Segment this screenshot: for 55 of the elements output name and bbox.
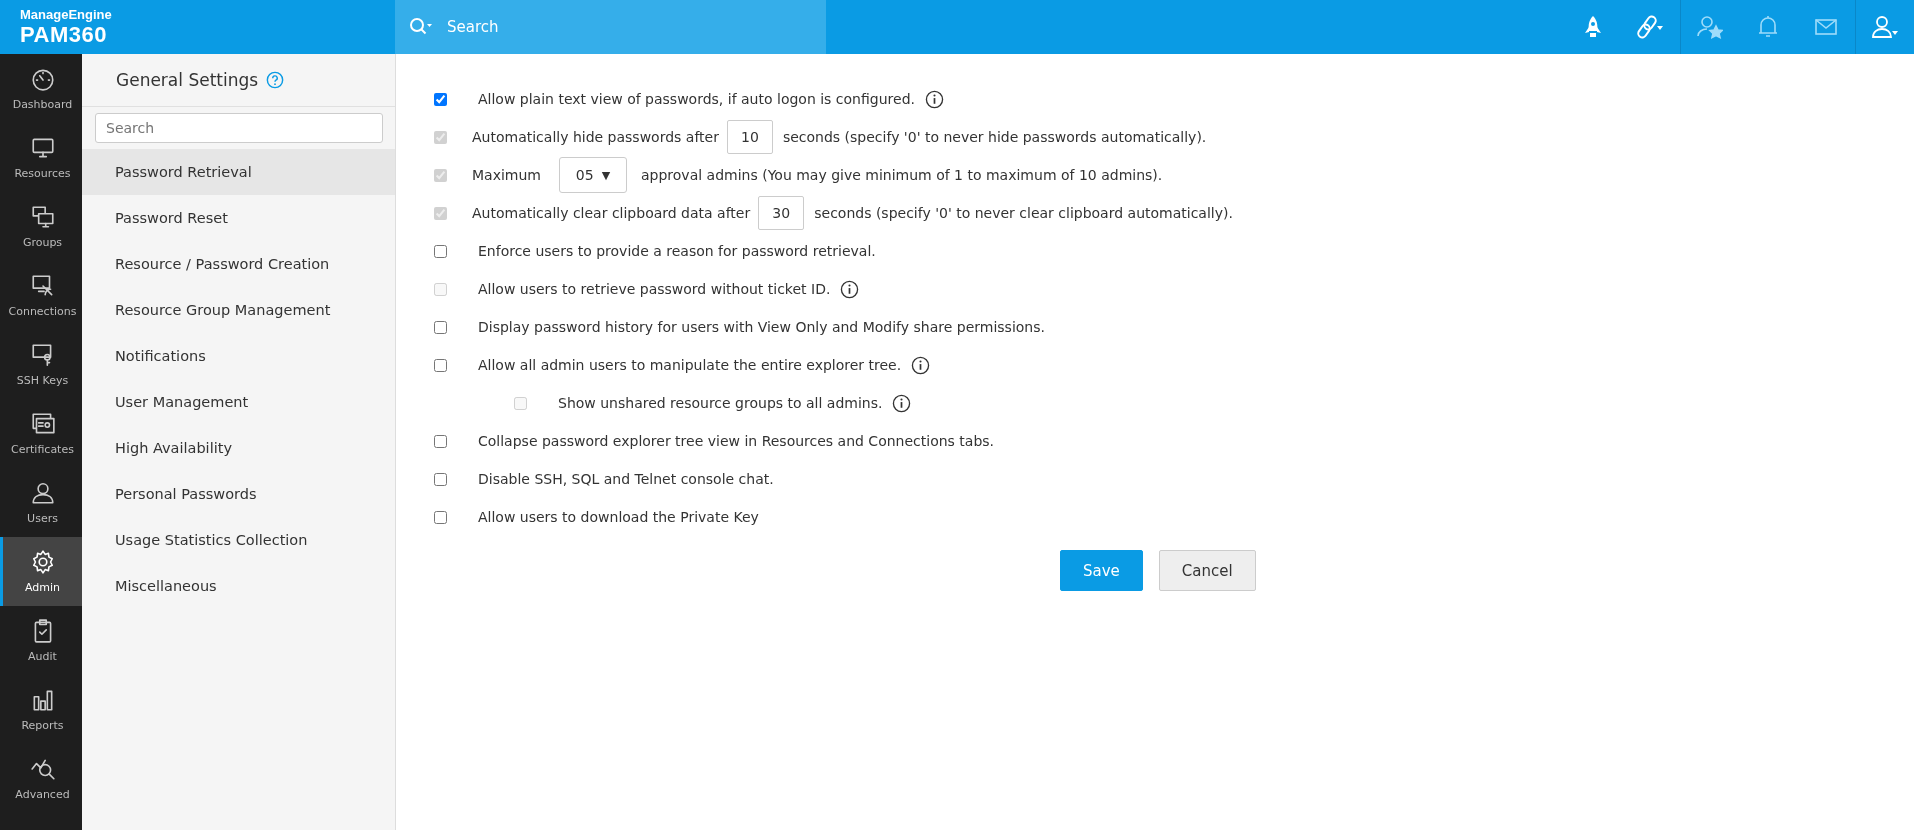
checkbox[interactable] bbox=[434, 92, 447, 106]
nav-item[interactable]: Users bbox=[0, 468, 82, 537]
user-icon bbox=[29, 480, 56, 506]
settings-menu-item[interactable]: Personal Passwords bbox=[82, 471, 395, 517]
option-label: Display password history for users with View Only and Modify share permissions. bbox=[478, 319, 1045, 335]
nav-item[interactable]: Certificates bbox=[0, 399, 82, 468]
option-label: Show unshared resource groups to all admins. bbox=[558, 395, 883, 411]
info-icon[interactable] bbox=[924, 89, 944, 109]
settings-menu-item[interactable]: High Availability bbox=[82, 425, 395, 471]
nav-item[interactable]: Admin bbox=[0, 537, 82, 606]
nav-item[interactable]: Audit bbox=[0, 606, 82, 675]
help-icon[interactable] bbox=[266, 71, 285, 89]
option-label: seconds (specify '0' to never hide passwords automatically). bbox=[782, 129, 1207, 145]
nav-item[interactable]: Groups bbox=[0, 192, 82, 261]
brand-name: ManageEngine bbox=[20, 6, 113, 22]
option-label: approval admins (You may give minimum of 1 to maximum of 10 admins). bbox=[641, 167, 1163, 183]
checkbox[interactable] bbox=[434, 510, 447, 524]
option-label: Maximum bbox=[472, 167, 541, 183]
nav-item[interactable]: Resources bbox=[0, 123, 82, 192]
settings-menu-item[interactable]: Password Retrieval bbox=[82, 149, 395, 195]
checkbox[interactable] bbox=[434, 320, 447, 334]
option-label: Collapse password explorer tree view in Resources and Connections tabs. bbox=[478, 433, 995, 449]
option-label: Allow all admin users to manipulate the entire explorer tree. bbox=[478, 357, 902, 373]
settings-menu-item[interactable]: Password Reset bbox=[82, 195, 395, 241]
option-label: Enforce users to provide a reason for password retrieval. bbox=[478, 243, 876, 259]
settings-menu-item[interactable]: Resource / Password Creation bbox=[82, 241, 395, 287]
option-label: Automatically clear clipboard data after bbox=[472, 205, 751, 221]
nav-item[interactable]: Dashboard bbox=[0, 54, 82, 123]
checkbox[interactable] bbox=[434, 244, 447, 258]
option-label: Allow plain text view of passwords, if auto logon is configured. bbox=[478, 91, 915, 107]
cancel-button[interactable]: Cancel bbox=[1158, 550, 1256, 591]
info-icon[interactable] bbox=[911, 355, 931, 375]
monitors-icon bbox=[29, 204, 56, 230]
option-label: seconds (specify '0' to never clear clipboard automatically). bbox=[814, 205, 1233, 221]
search-field[interactable]: Search bbox=[395, 0, 826, 54]
nav-item[interactable]: SSH Keys bbox=[0, 330, 82, 399]
option-label: Allow users to retrieve password without ticket ID. bbox=[478, 281, 831, 297]
nav-item[interactable]: Reports bbox=[0, 675, 82, 744]
nav-item[interactable]: Advanced bbox=[0, 744, 82, 813]
search-field[interactable]: Search bbox=[95, 113, 383, 143]
option-label: Allow users to download the Private Key bbox=[478, 509, 759, 525]
settings-menu-item[interactable]: Miscellaneous bbox=[82, 563, 395, 609]
option-label: Automatically hide passwords after bbox=[472, 129, 719, 145]
product-name: PAM360 bbox=[20, 21, 107, 48]
checkbox[interactable] bbox=[434, 472, 447, 486]
settings-menu-item[interactable]: Notifications bbox=[82, 333, 395, 379]
option-label: Disable SSH, SQL and Telnet console chat. bbox=[478, 471, 774, 487]
settings-menu-item[interactable]: Usage Statistics Collection bbox=[82, 517, 395, 563]
nav-item[interactable]: Connections bbox=[0, 261, 82, 330]
search-icon bbox=[409, 17, 433, 37]
checkbox[interactable] bbox=[434, 358, 447, 372]
checkbox[interactable] bbox=[434, 434, 447, 448]
settings-menu-item[interactable]: Resource Group Management bbox=[82, 287, 395, 333]
settings-menu-item[interactable]: User Management bbox=[82, 379, 395, 425]
settings-title: General Settings bbox=[116, 70, 259, 90]
